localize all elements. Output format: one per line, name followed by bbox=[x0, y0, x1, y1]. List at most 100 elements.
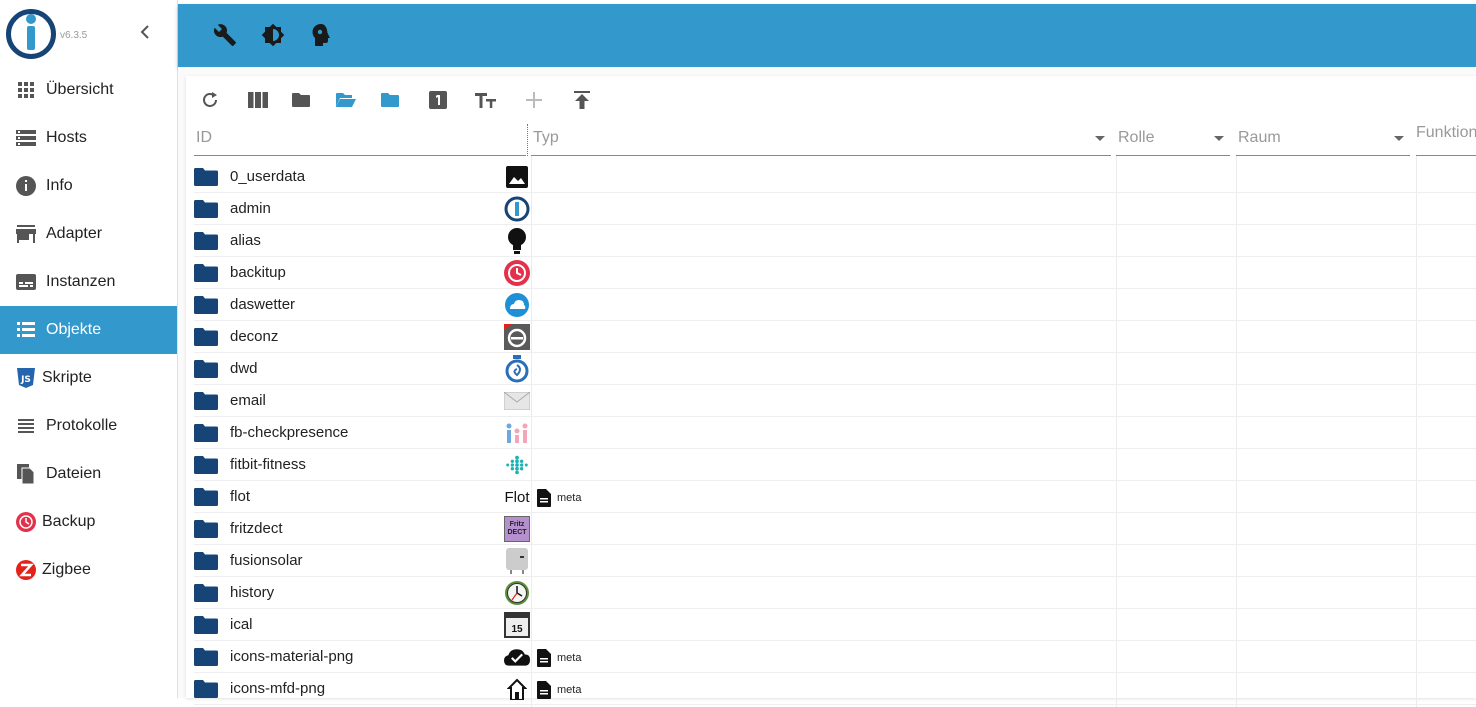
table-row[interactable]: fitbit-fitness bbox=[194, 449, 1476, 481]
sidebar-item-adapter[interactable]: Adapter bbox=[0, 210, 177, 258]
object-id: deconz bbox=[230, 328, 279, 345]
object-id: fritzdect bbox=[230, 520, 283, 537]
folder-icon[interactable] bbox=[194, 232, 218, 250]
table-row[interactable]: icons-mfd-png meta bbox=[194, 673, 1476, 705]
typ-filter-label: Typ bbox=[533, 129, 559, 146]
sidebar-item-objekte[interactable]: Objekte bbox=[0, 306, 177, 354]
sidebar-item-label: Adapter bbox=[46, 225, 103, 242]
version-label: v6.3.5 bbox=[60, 30, 88, 41]
meta-label: meta bbox=[557, 492, 582, 504]
object-id: fitbit-fitness bbox=[230, 456, 306, 473]
folder-icon[interactable] bbox=[194, 296, 218, 314]
file-document-icon bbox=[537, 649, 551, 667]
folder-icon[interactable] bbox=[194, 584, 218, 602]
table-row[interactable]: fritzdect Fritz DECT bbox=[194, 513, 1476, 545]
table-row[interactable]: backitup bbox=[194, 257, 1476, 289]
folder-open-icon[interactable] bbox=[334, 88, 358, 112]
object-id: admin bbox=[230, 200, 271, 217]
fritzdect-icon: Fritz DECT bbox=[504, 516, 530, 542]
folder-icon[interactable] bbox=[194, 552, 218, 570]
objects-toolbar bbox=[186, 76, 1476, 122]
daswetter-icon bbox=[504, 292, 530, 318]
table-row[interactable]: dwd bbox=[194, 353, 1476, 385]
sidebar-item-label: Info bbox=[46, 177, 73, 194]
folder-icon[interactable] bbox=[194, 680, 218, 698]
text-size-icon[interactable] bbox=[474, 88, 498, 112]
sidebar-item-skripte[interactable]: JS Skripte bbox=[0, 354, 177, 402]
lightbulb-icon bbox=[504, 228, 530, 254]
folder-blue-icon[interactable] bbox=[378, 88, 402, 112]
sidebar-item-label: Backup bbox=[42, 513, 96, 530]
folder-icon[interactable] bbox=[194, 424, 218, 442]
object-id: fusionsolar bbox=[230, 552, 303, 569]
sidebar-item-zigbee[interactable]: Zigbee bbox=[0, 546, 177, 594]
clock-icon bbox=[504, 580, 530, 606]
file-document-icon bbox=[537, 489, 551, 507]
javascript-icon: JS bbox=[16, 368, 36, 388]
raum-filter-label: Raum bbox=[1238, 129, 1281, 146]
expert-mode-icon[interactable] bbox=[308, 22, 334, 48]
table-row[interactable]: icons-material-png meta bbox=[194, 641, 1476, 673]
upload-icon[interactable] bbox=[570, 88, 594, 112]
folder-icon[interactable] bbox=[289, 88, 313, 112]
table-row[interactable]: daswetter bbox=[194, 289, 1476, 321]
folder-icon[interactable] bbox=[194, 200, 218, 218]
folder-icon[interactable] bbox=[194, 360, 218, 378]
folder-icon[interactable] bbox=[194, 264, 218, 282]
top-app-bar bbox=[178, 4, 1476, 67]
table-row[interactable]: admin bbox=[194, 193, 1476, 225]
table-row[interactable]: email bbox=[194, 385, 1476, 417]
logo-row: v6.3.5 bbox=[0, 0, 177, 66]
dropdown-arrow-icon bbox=[1214, 136, 1224, 141]
sidebar-item-backup[interactable]: Backup bbox=[0, 498, 177, 546]
table-row[interactable]: ical 15 bbox=[194, 609, 1476, 641]
refresh-icon[interactable] bbox=[198, 88, 222, 112]
iobroker-logo bbox=[6, 9, 56, 59]
dropdown-arrow-icon bbox=[1394, 136, 1404, 141]
id-column-header[interactable]: ID bbox=[194, 124, 526, 156]
object-id: flot bbox=[230, 488, 251, 505]
table-row[interactable]: 0_userdata bbox=[194, 161, 1476, 193]
inverter-icon bbox=[504, 548, 530, 574]
subtitles-icon bbox=[16, 272, 36, 292]
table-row[interactable]: history bbox=[194, 577, 1476, 609]
typ-filter-select[interactable]: Typ bbox=[531, 124, 1111, 156]
folder-icon[interactable] bbox=[194, 648, 218, 666]
table-row[interactable]: fusionsolar bbox=[194, 545, 1476, 577]
column-resizer[interactable] bbox=[527, 124, 528, 156]
add-icon[interactable] bbox=[522, 88, 546, 112]
sidebar-item-label: Objekte bbox=[46, 321, 102, 338]
cloud-check-icon bbox=[504, 644, 530, 670]
table-row[interactable]: flot Flot meta bbox=[194, 481, 1476, 513]
folder-icon[interactable] bbox=[194, 520, 218, 538]
table-row[interactable]: deconz bbox=[194, 321, 1476, 353]
objects-tree: 0_userdata admin alias backitup daswette… bbox=[194, 161, 1476, 705]
folder-icon[interactable] bbox=[194, 328, 218, 346]
columns-icon[interactable] bbox=[246, 88, 270, 112]
sidebar-item-info[interactable]: Info bbox=[0, 162, 177, 210]
chevron-left-icon[interactable] bbox=[136, 24, 154, 44]
rolle-filter-select[interactable]: Rolle bbox=[1116, 124, 1230, 156]
folder-icon[interactable] bbox=[194, 168, 218, 186]
folder-icon[interactable] bbox=[194, 616, 218, 634]
sidebar-item-instanzen[interactable]: Instanzen bbox=[0, 258, 177, 306]
object-id: icons-material-png bbox=[230, 648, 354, 665]
wrench-icon[interactable] bbox=[212, 22, 238, 48]
sidebar-item-dateien[interactable]: Dateien bbox=[0, 450, 177, 498]
counter-one-icon[interactable] bbox=[426, 88, 450, 112]
folder-icon[interactable] bbox=[194, 488, 218, 506]
sidebar-item-hosts[interactable]: Hosts bbox=[0, 114, 177, 162]
fitbit-icon bbox=[504, 452, 530, 478]
brightness-icon[interactable] bbox=[260, 22, 286, 48]
table-row[interactable]: fb-checkpresence bbox=[194, 417, 1476, 449]
funktion-filter-select[interactable]: Funktion bbox=[1416, 124, 1476, 156]
meta-badge: meta bbox=[537, 489, 581, 507]
sidebar-item-label: Zigbee bbox=[42, 561, 91, 578]
table-row[interactable]: alias bbox=[194, 225, 1476, 257]
object-id: 0_userdata bbox=[230, 168, 306, 185]
raum-filter-select[interactable]: Raum bbox=[1236, 124, 1410, 156]
sidebar-item-uebersicht[interactable]: Übersicht bbox=[0, 66, 177, 114]
folder-icon[interactable] bbox=[194, 456, 218, 474]
folder-icon[interactable] bbox=[194, 392, 218, 410]
sidebar-item-protokolle[interactable]: Protokolle bbox=[0, 402, 177, 450]
